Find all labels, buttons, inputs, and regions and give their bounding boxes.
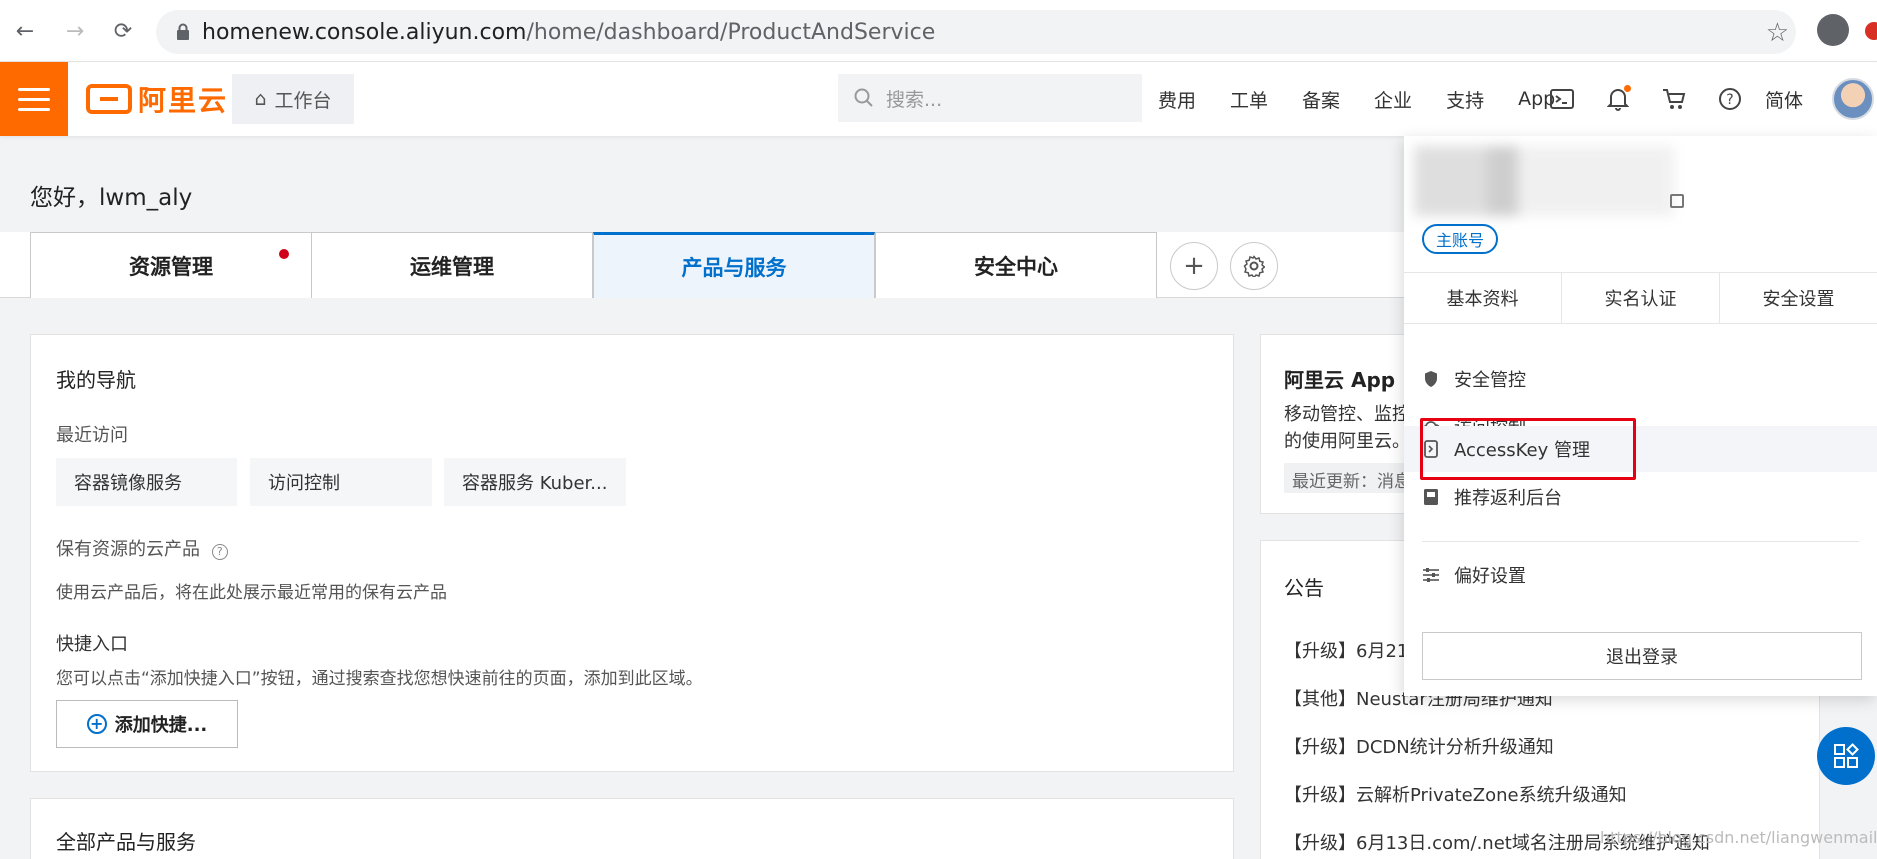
blurred-account-name [1414,146,1674,216]
plus-icon: + [1183,251,1205,281]
bookmark-star-icon[interactable]: ☆ [1766,18,1789,48]
user-dropdown-menu: 主账号 基本资料 实名认证 安全设置 安全管控 访问控制 AccessKey 管… [1404,136,1877,696]
menu-item-security-control[interactable]: 安全管控 [1404,356,1877,402]
copy-icon[interactable] [1670,194,1684,208]
logo-mark [86,84,132,114]
account-type-badge: 主账号 [1422,224,1499,254]
tab-security-center[interactable]: 安全中心 [875,232,1157,298]
app-grid-float-button[interactable] [1817,727,1875,785]
shortcut-desc: 您可以点击“添加快捷入口”按钮，通过搜索查找您想快速前往的页面，添加到此区域。 [56,669,703,689]
app-update-chip: 最近更新：消息 [1284,463,1419,493]
top-links: 费用 工单 备案 企业 支持 App [1158,62,1589,136]
add-shortcut-label: 添加快捷... [114,715,208,736]
lock-icon [177,23,189,40]
link-enterprise[interactable]: 企业 [1374,86,1412,113]
workbench-button[interactable]: ⌂ 工作台 [232,74,354,124]
tab-ops-management[interactable]: 运维管理 [311,232,593,298]
add-tab-button[interactable]: + [1170,242,1218,290]
notice-item[interactable]: 【升级】6月21 [1284,637,1408,663]
user-avatar[interactable] [1832,78,1874,120]
tab-label: 产品与服务 [681,255,787,280]
notice-item[interactable]: 【升级】DCDN统计分析升级通知 [1284,733,1554,759]
home-icon: ⌂ [254,88,267,110]
tab-label: 运维管理 [410,254,494,279]
grid-icon [1834,743,1859,768]
workbench-label: 工作台 [274,89,332,112]
tab-label: 安全中心 [974,254,1058,279]
recent-item-kubernetes[interactable]: 容器服务 Kuber... [444,458,626,506]
terminal-icon[interactable] [1548,85,1576,113]
menu-item-label: 偏好设置 [1454,566,1526,587]
recent-item-access-control[interactable]: 访问控制 [250,458,432,506]
link-fees[interactable]: 费用 [1158,86,1196,113]
dropdown-tabs: 基本资料 实名认证 安全设置 [1404,272,1877,324]
card-title-all-products: 全部产品与服务 [56,830,196,854]
owned-products-label: 保有资源的云产品 ? [56,535,228,561]
reload-icon[interactable]: ⟳ [108,16,138,46]
cart-icon[interactable] [1660,85,1688,113]
console-header: 阿里云 ⌂ 工作台 搜索... 费用 工单 备案 企业 支持 App ? 简体 [0,62,1877,136]
menu-item-preferences[interactable]: 偏好设置 [1404,552,1877,598]
logout-button[interactable]: 退出登录 [1422,632,1862,680]
url-host: homenew.console.aliyun.com [202,19,527,45]
owned-products-desc: 使用云产品后，将在此处展示最近常用的保有云产品 [56,583,447,603]
all-products-card [30,798,1234,859]
top-icon-group: ? [1548,62,1744,136]
bell-icon[interactable] [1604,85,1632,113]
notification-dot [1624,85,1631,92]
watermark: https://blog.csdn.net/liangwenmail [1600,828,1877,847]
question-icon[interactable]: ? [211,544,228,560]
app-card-title: 阿里云 App [1284,368,1396,392]
app-card-line1: 移动管控、监控 [1284,404,1410,425]
search-icon [854,88,873,107]
recent-visits-label: 最近访问 [56,425,128,446]
shortcut-label: 快捷入口 [56,634,128,655]
hamburger-menu-icon[interactable] [0,62,68,136]
link-icp[interactable]: 备案 [1302,86,1340,113]
search-placeholder: 搜索... [886,88,943,111]
forward-icon[interactable]: → [60,16,90,46]
recent-item-container-registry[interactable]: 容器镜像服务 [56,458,237,506]
aliyun-logo[interactable]: 阿里云 [86,82,229,117]
extension-icon[interactable] [1865,22,1877,40]
link-support[interactable]: 支持 [1446,86,1484,113]
search-input[interactable]: 搜索... [838,74,1142,122]
tab-resource-management[interactable]: 资源管理 [30,232,312,298]
tab-settings-button[interactable] [1230,242,1278,290]
card-title-my-navigation: 我的导航 [56,368,136,392]
url-path: /home/dashboard/ProductAndService [526,19,936,45]
tab-alert-dot [279,249,289,259]
menu-item-label: 推荐返利后台 [1454,488,1562,509]
app-card-line2: 的使用阿里云。 [1284,431,1410,452]
menu-divider [1422,541,1859,542]
gear-icon [1243,255,1265,277]
tab-real-name-auth[interactable]: 实名认证 [1562,273,1720,323]
tab-label: 资源管理 [129,254,213,279]
owned-products-label-text: 保有资源的云产品 [56,539,200,560]
back-icon[interactable]: ← [10,16,40,46]
link-tickets[interactable]: 工单 [1230,86,1268,113]
language-switch[interactable]: 简体 [1765,86,1803,113]
menu-item-label: 安全管控 [1454,370,1526,391]
tab-basic-info[interactable]: 基本资料 [1404,273,1562,323]
address-bar[interactable]: homenew.console.aliyun.com/home/dashboar… [156,10,1796,54]
sliders-icon [1422,566,1440,584]
book-icon [1422,488,1440,506]
accesskey-highlight-box [1420,418,1636,480]
tab-products-services[interactable]: 产品与服务 [593,232,875,298]
tab-security-settings[interactable]: 安全设置 [1720,273,1877,323]
browser-toolbar: ← → ⟳ homenew.console.aliyun.com/home/da… [0,0,1877,62]
logo-text: 阿里云 [138,84,229,117]
svg-text:?: ? [1726,92,1733,108]
help-icon[interactable]: ? [1716,85,1744,113]
plus-circle-icon: + [86,714,107,734]
browser-profile-icon[interactable] [1817,14,1849,46]
greeting-text: 您好，lwm_aly [30,185,193,211]
menu-item-referral-backend[interactable]: 推荐返利后台 [1404,474,1877,520]
shield-icon [1422,370,1440,388]
add-shortcut-button[interactable]: + 添加快捷... [56,700,238,748]
notice-item[interactable]: 【升级】云解析PrivateZone系统升级通知 [1284,781,1627,807]
notice-card-title: 公告 [1284,576,1324,600]
